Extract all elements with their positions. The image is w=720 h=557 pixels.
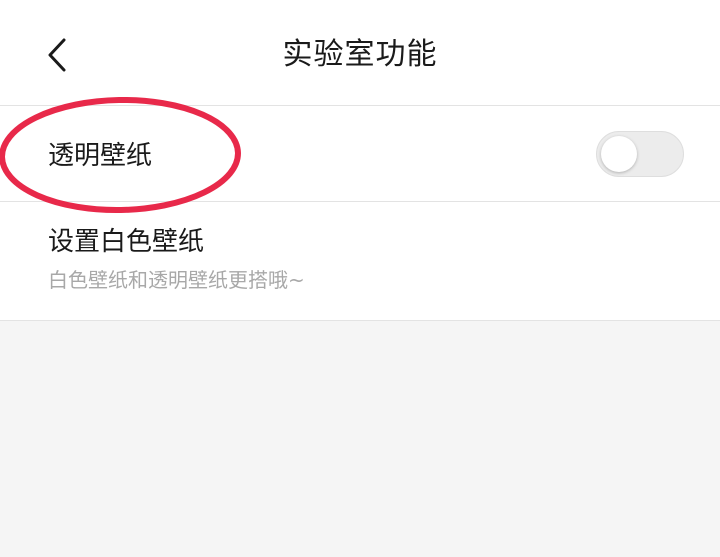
page-title: 实验室功能 — [282, 37, 438, 72]
setting-title: 设置白色壁纸 — [48, 227, 205, 257]
setting-transparent-wallpaper[interactable]: 透明壁纸 — [0, 106, 720, 202]
toggle-knob — [601, 136, 637, 172]
setting-title: 透明壁纸 — [48, 141, 153, 171]
settings-list: 透明壁纸 设置白色壁纸 白色壁纸和透明壁纸更搭哦~ — [0, 106, 720, 321]
setting-white-wallpaper[interactable]: 设置白色壁纸 白色壁纸和透明壁纸更搭哦~ — [0, 202, 720, 321]
top-bar: 实验室功能 — [0, 0, 720, 106]
transparent-wallpaper-toggle[interactable] — [596, 131, 684, 177]
setting-subtitle: 白色壁纸和透明壁纸更搭哦~ — [48, 268, 305, 292]
